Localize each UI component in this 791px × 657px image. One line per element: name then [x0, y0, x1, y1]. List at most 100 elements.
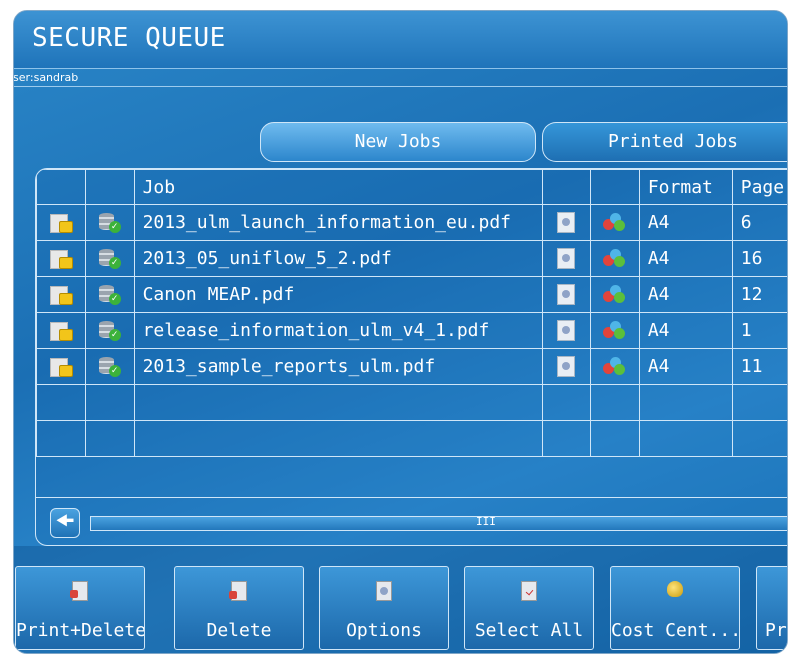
empty-cell	[541, 420, 591, 457]
job-name[interactable]: 2013_sample_reports_ulm.pdf	[133, 348, 543, 385]
delete-button[interactable]: Delete	[174, 566, 304, 650]
print-label: Pr	[765, 620, 787, 641]
color-cell	[589, 312, 640, 349]
color-cell	[589, 204, 640, 241]
locked-document-icon	[49, 286, 73, 305]
empty-cell	[589, 420, 640, 457]
column-header	[541, 169, 591, 205]
table-row[interactable]: ✓ 2013_05_uniflow_5_2.pdf A4 16	[36, 240, 787, 277]
action-toolbar: Print+Delete Delete Options Select All C…	[14, 546, 787, 653]
select-all-icon	[521, 581, 537, 601]
document-settings-icon	[557, 248, 576, 270]
delete-icon	[229, 581, 247, 601]
table-row[interactable]: ✓ 2013_ulm_launch_information_eu.pdf A4 6	[36, 204, 787, 241]
server-status-cell: ✓	[84, 276, 135, 313]
table-row[interactable]: ✓ 2013_sample_reports_ulm.pdf A4 11	[36, 348, 787, 385]
column-header-format[interactable]: Format	[638, 169, 733, 205]
job-pages: 16	[731, 240, 787, 277]
locked-document-cell	[36, 204, 86, 241]
tab-printed-jobs[interactable]: Printed Jobs	[542, 122, 787, 162]
table-row[interactable]: ✓ Canon MEAP.pdf A4 12	[36, 276, 787, 313]
server-status-cell: ✓	[84, 348, 135, 385]
job-format: A4	[638, 204, 733, 241]
job-pages: 6	[731, 204, 787, 241]
color-icon	[602, 285, 627, 305]
job-name[interactable]: release_information_ulm_v4_1.pdf	[133, 312, 543, 349]
color-cell	[589, 240, 640, 277]
color-cell	[589, 348, 640, 385]
empty-cell	[638, 384, 733, 421]
options-icon	[376, 581, 392, 601]
empty-cell	[731, 384, 787, 421]
job-format: A4	[638, 348, 733, 385]
horizontal-scrollbar: 🠜 III	[36, 497, 787, 545]
job-pages: 1	[731, 312, 787, 349]
document-settings-icon	[557, 284, 576, 306]
arrow-left-icon[interactable]: 🠜	[50, 508, 80, 538]
print-delete-label: Print+Delete	[16, 620, 144, 641]
column-header	[36, 169, 86, 205]
empty-cell	[36, 420, 86, 457]
job-name[interactable]: 2013_ulm_launch_information_eu.pdf	[133, 204, 543, 241]
table-header-row: Job Format Page	[36, 169, 787, 205]
locked-document-cell	[36, 240, 86, 277]
empty-cell	[133, 384, 543, 421]
color-icon	[602, 213, 627, 233]
document-settings-cell	[541, 348, 591, 385]
secure-queue-screen: SECURE QUEUE lser:sandrab New Jobs Print…	[13, 10, 788, 654]
job-format: A4	[638, 240, 733, 277]
document-settings-icon	[557, 212, 576, 234]
color-icon	[602, 321, 627, 341]
server-status-cell: ✓	[84, 312, 135, 349]
print-button[interactable]: Pr	[756, 566, 787, 650]
document-settings-cell	[541, 312, 591, 349]
select-all-button[interactable]: Select All	[464, 566, 594, 650]
empty-cell	[84, 420, 135, 457]
empty-cell	[133, 420, 543, 457]
locked-document-icon	[49, 358, 73, 377]
job-table: Job Format Page ✓ 2013_ulm_launch_informa…	[35, 168, 787, 546]
document-settings-cell	[541, 276, 591, 313]
server-check-icon: ✓	[98, 285, 121, 305]
color-icon	[602, 249, 627, 269]
delete-label: Delete	[206, 620, 272, 641]
document-settings-icon	[557, 320, 576, 342]
document-settings-cell	[541, 204, 591, 241]
locked-document-cell	[36, 276, 86, 313]
job-pages: 11	[731, 348, 787, 385]
options-button[interactable]: Options	[319, 566, 449, 650]
empty-row	[36, 384, 787, 421]
locked-document-cell	[36, 348, 86, 385]
empty-cell	[541, 384, 591, 421]
title-bar: SECURE QUEUE	[14, 11, 787, 69]
print-delete-button[interactable]: Print+Delete	[15, 566, 145, 650]
job-name[interactable]: 2013_05_uniflow_5_2.pdf	[133, 240, 543, 277]
document-settings-cell	[541, 240, 591, 277]
locked-document-cell	[36, 312, 86, 349]
server-check-icon: ✓	[98, 249, 121, 269]
color-cell	[589, 276, 640, 313]
divider	[14, 86, 787, 87]
scroll-grip[interactable]: III	[476, 515, 496, 528]
server-check-icon: ✓	[98, 321, 121, 341]
options-label: Options	[346, 620, 422, 641]
server-status-cell: ✓	[84, 240, 135, 277]
empty-cell	[36, 384, 86, 421]
column-header-pages[interactable]: Page	[731, 169, 787, 205]
empty-row	[36, 420, 787, 457]
job-format: A4	[638, 276, 733, 313]
cost-center-icon	[667, 581, 683, 597]
document-settings-icon	[557, 356, 576, 378]
empty-cell	[589, 384, 640, 421]
tab-new-jobs[interactable]: New Jobs	[260, 122, 536, 162]
job-format: A4	[638, 312, 733, 349]
empty-cell	[84, 384, 135, 421]
cost-center-button[interactable]: Cost Cent...	[610, 566, 740, 650]
table-row[interactable]: ✓ release_information_ulm_v4_1.pdf A4 1	[36, 312, 787, 349]
column-header-job[interactable]: Job	[133, 169, 543, 205]
scroll-track[interactable]: III	[90, 515, 787, 531]
locked-document-icon	[49, 322, 73, 341]
empty-cell	[731, 420, 787, 457]
column-header	[589, 169, 640, 205]
job-name[interactable]: Canon MEAP.pdf	[133, 276, 543, 313]
